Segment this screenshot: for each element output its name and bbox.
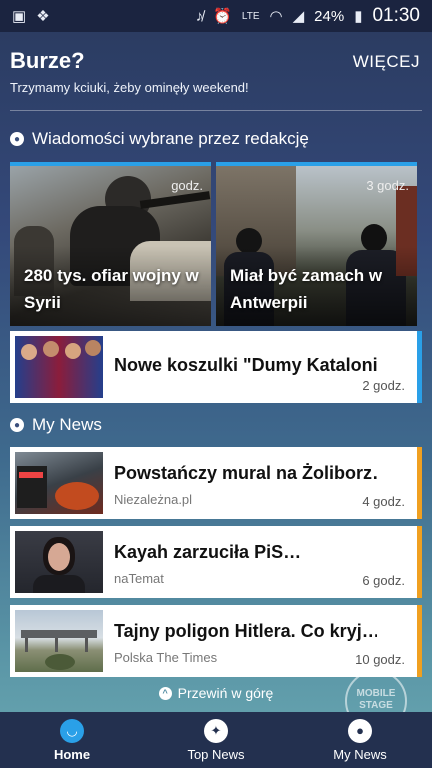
section-mynews-label: My News [32,415,102,434]
card-thumbnail [15,610,103,672]
nav-home[interactable]: ◡ Home [0,712,144,768]
wifi-icon: ◠ [269,8,283,25]
card-thumbnail [15,531,103,593]
card-time: 4 godz. [362,494,405,509]
bottom-navigation: ◡ Home ✦ Top News ● My News [0,712,432,768]
card-source: naTemat [114,571,164,586]
card-title: Powstańczy mural na Żoliborz… [114,463,377,483]
mynews-card[interactable]: Kayah zarzuciła PiS… naTemat 6 godz. [10,526,422,598]
card-title: Kayah zarzuciła PiS… [114,542,302,562]
card-title: Nowe koszulki "Dumy Katalonii" [114,355,377,375]
card-thumbnail [15,452,103,514]
card-time: 2 godz. [362,378,405,393]
card-body: Kayah zarzuciła PiS… naTemat 6 godz. [108,526,417,598]
status-bar: ▣ ❖ ♪̸ ⏰ LTE ◠ ◢ 24% ▮ 01:30 [0,0,432,32]
card-time: 10 godz. [355,652,405,667]
hero-title: 280 tys. ofiar wojny w Syrii [24,266,199,312]
nav-my-news-label: My News [333,746,387,762]
weather-banner: Burze? Trzymamy kciuki, żeby ominęły wee… [10,48,422,95]
alarm-icon: ⏰ [213,8,232,25]
card-time: 6 godz. [362,573,405,588]
person-icon: ● [10,418,24,432]
hero-time: 3 godz. [366,178,409,193]
editors-card-shirts[interactable]: Nowe koszulki "Dumy Katalonii" 2 godz. [10,331,422,403]
card-body: Tajny poligon Hitlera. Co kryj… Polska T… [108,605,417,677]
hero-title: Miał być zamach w Antwerpii [230,266,383,312]
person-icon: ● [348,718,372,743]
status-right: ♪̸ ⏰ LTE ◠ ◢ 24% ▮ 01:30 [196,5,420,27]
nav-top-news-label: Top News [187,746,245,762]
card-source: Polska The Times [114,650,218,665]
card-body: Nowe koszulki "Dumy Katalonii" 2 godz. [108,331,417,403]
card-accent-bar [417,605,422,677]
clock: 01:30 [372,5,420,26]
globe-icon: ● [10,132,24,146]
section-mynews-title: ● My News [10,415,102,435]
status-left: ▣ ❖ [12,7,50,25]
globe-icon: ✦ [204,718,228,743]
mynews-card[interactable]: Powstańczy mural na Żoliborz… Niezależna… [10,447,422,519]
scroll-to-top-label: Przewiń w górę [177,685,274,701]
battery-percent: 24% [314,7,345,25]
section-editors-title: ● Wiadomości wybrane przez redakcję [10,129,309,149]
hero-card-antwerp[interactable]: 3 godz. Miał być zamach w Antwerpii [216,162,417,326]
card-title: Tajny poligon Hitlera. Co kryj… [114,621,377,641]
nav-top-news[interactable]: ✦ Top News [144,712,288,768]
nav-home-label: Home [53,746,91,762]
card-accent-bar [417,331,422,403]
card-accent-bar [417,526,422,598]
hero-card-syria[interactable]: godz. 280 tys. ofiar wojny w Syrii [10,162,211,326]
lte-icon: LTE [241,10,260,22]
more-button[interactable]: WIĘCEJ [353,52,420,72]
card-accent-bar [417,447,422,519]
divider [10,110,422,111]
mute-icon: ♪̸ [195,7,204,25]
signal-icon: ◢ [292,8,305,25]
banner-subtitle: Trzymamy kciuki, żeby ominęły weekend! [10,80,249,95]
nav-my-news[interactable]: ● My News [288,712,432,768]
image-icon: ▣ [12,8,27,25]
card-source: Niezależna.pl [114,492,193,507]
dropbox-icon: ❖ [36,8,50,25]
chevron-up-icon: ^ [158,686,172,700]
mynews-card[interactable]: Tajny poligon Hitlera. Co kryj… Polska T… [10,605,422,677]
hero-time: godz. [171,178,203,193]
home-smile-icon: ◡ [60,718,84,743]
card-body: Powstańczy mural na Żoliborz… Niezależna… [108,447,417,519]
card-thumbnail [15,336,103,398]
battery-icon: ▮ [354,8,363,25]
section-editors-label: Wiadomości wybrane przez redakcję [32,129,309,148]
